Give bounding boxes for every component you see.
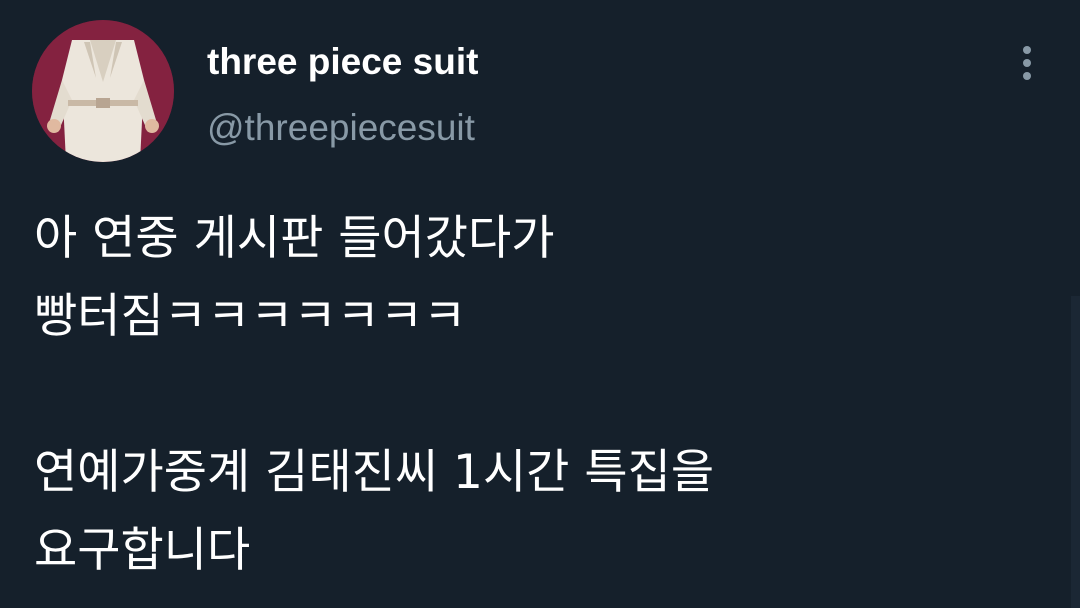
tweet-text-line: 아 연중 게시판 들어갔다가 — [34, 211, 555, 266]
tweet-text-line: 연예가중계 김태진씨 1시간 특집을 — [34, 445, 715, 500]
avatar[interactable] — [32, 20, 174, 162]
vertical-ellipsis-icon[interactable] — [1010, 40, 1044, 86]
tweet-text-line: 요구합니다 — [34, 523, 251, 578]
tweet-card: three piece suit @threepiecesuit 아 연중 게시… — [0, 0, 1080, 608]
scrollbar[interactable] — [1071, 296, 1080, 608]
profile-photo — [32, 20, 174, 162]
tweet-text-line: 빵터짐ㅋㅋㅋㅋㅋㅋㅋ — [34, 289, 467, 344]
tweet-text-line — [34, 356, 1034, 434]
display-name[interactable]: three piece suit — [207, 40, 478, 84]
user-handle[interactable]: @threepiecesuit — [207, 105, 475, 151]
tweet-text: 아 연중 게시판 들어갔다가 빵터짐ㅋㅋㅋㅋㅋㅋㅋ 연예가중계 김태진씨 1시간… — [34, 200, 1034, 590]
